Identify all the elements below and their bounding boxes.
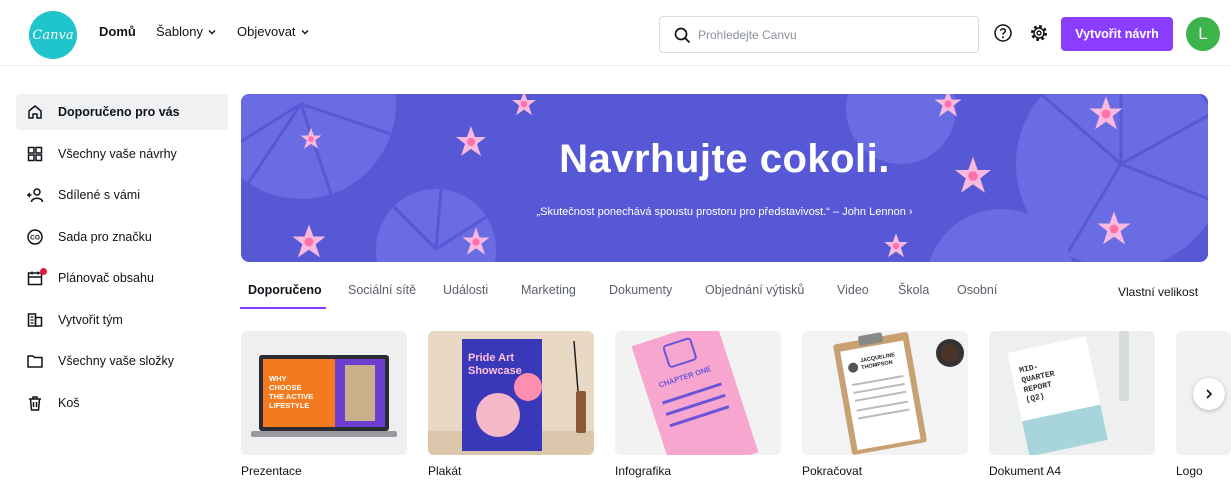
sidebar-item-trash[interactable]: Koš [16, 385, 228, 421]
create-design-button[interactable]: Vytvořit návrh [1061, 17, 1173, 51]
svg-text:CHOOSE: CHOOSE [269, 383, 302, 392]
sidebar-item-shared[interactable]: Sdílené s vámi [16, 177, 228, 213]
sidebar-item-label: Všechny vaše složky [58, 354, 175, 368]
card-label: Prezentace [241, 464, 302, 478]
svg-text:Showcase: Showcase [468, 365, 522, 377]
avatar[interactable]: L [1186, 17, 1220, 51]
hero-banner[interactable]: Navrhujte cokoli. „Skutečnost ponechává … [241, 94, 1208, 262]
home-icon [28, 105, 42, 119]
nav-discover[interactable]: Objevovat [237, 24, 310, 39]
sidebar-item-label: Sada pro značku [58, 229, 152, 244]
design-type-card[interactable]: JACQUELINE THOMPSON Pokračovat [802, 331, 968, 478]
nav-home-label: Domů [99, 24, 136, 39]
tab-events[interactable]: Události [443, 283, 488, 297]
sidebar-item-label: Sdílené s vámi [58, 188, 140, 202]
card-label: Infografika [615, 464, 672, 478]
svg-text:THE ACTIVE: THE ACTIVE [269, 392, 313, 401]
sidebar-item-content-planner[interactable]: Plánovač obsahu [16, 260, 228, 296]
sidebar-item-create-team[interactable]: Vytvořit tým [16, 302, 228, 338]
tab-video[interactable]: Video [837, 283, 869, 297]
card-label: Dokument A4 [989, 464, 1062, 478]
nav-discover-label: Objevovat [237, 24, 296, 39]
tab-marketing[interactable]: Marketing [521, 283, 576, 297]
design-type-card[interactable]: CHAPTER ONE Infografika [615, 331, 781, 478]
tab-print[interactable]: Objednání výtisků [705, 283, 804, 297]
nav-templates[interactable]: Šablony [156, 24, 217, 39]
card-label: Pokračovat [802, 464, 863, 478]
chevron-right-icon [1206, 389, 1213, 399]
svg-text:Pride Art: Pride Art [468, 352, 514, 364]
sidebar-item-all-designs[interactable]: Všechny vaše návrhy [16, 136, 228, 172]
design-type-card[interactable]: WHY CHOOSE THE ACTIVE LIFESTYLE Prezenta… [241, 331, 407, 478]
active-tab-indicator [240, 307, 326, 309]
svg-text:WHY: WHY [269, 374, 287, 383]
trash-icon [29, 395, 41, 411]
sidebar-item-label: Všechny vaše návrhy [58, 146, 177, 161]
design-type-card[interactable]: Pride Art Showcase Plakát [428, 331, 594, 478]
sidebar-item-label: Plánovač obsahu [58, 271, 154, 285]
banner-title: Navrhujte cokoli. [559, 137, 890, 181]
grid-icon [27, 146, 43, 161]
canva-logo[interactable]: Canva [29, 11, 77, 59]
sidebar-item-recommended[interactable]: Doporučeno pro vás [16, 94, 228, 130]
resume-thumbnail: JACQUELINE THOMPSON [802, 331, 968, 455]
shared-users-icon [27, 188, 44, 203]
infographic-thumbnail: CHAPTER ONE [615, 331, 781, 455]
presentation-thumbnail: WHY CHOOSE THE ACTIVE LIFESTYLE [241, 331, 407, 455]
sidebar-item-brand-kit[interactable]: CO Sada pro značku [16, 219, 228, 255]
tab-personal[interactable]: Osobní [957, 283, 997, 297]
folder-icon [27, 355, 43, 368]
search-box[interactable] [659, 16, 979, 53]
card-label: Logo [1176, 464, 1203, 478]
chevron-down-icon [301, 29, 309, 34]
carousel-next-button[interactable] [1193, 378, 1225, 410]
svg-text:CO: CO [30, 234, 40, 241]
settings-icon[interactable] [1029, 23, 1049, 43]
sidebar-item-label: Koš [58, 395, 80, 410]
notification-dot [40, 268, 47, 275]
tab-documents[interactable]: Dokumenty [609, 283, 672, 297]
tab-recommended[interactable]: Doporučeno [248, 283, 322, 297]
team-icon [27, 312, 43, 327]
top-header: Canva Domů Šablony Objevovat Vytvořit ná… [0, 0, 1231, 66]
svg-text:LIFESTYLE: LIFESTYLE [269, 401, 309, 410]
sidebar: Doporučeno pro vás Všechny vaše návrhy S… [16, 94, 228, 426]
sidebar-item-label: Vytvořit tým [58, 312, 123, 327]
sidebar-item-folders[interactable]: Všechny vaše složky [16, 343, 228, 379]
design-type-card[interactable]: MID- QUARTER REPORT (Q2) Dokument A4 [989, 331, 1155, 478]
tab-social-media[interactable]: Sociální sítě [348, 283, 416, 297]
custom-size-link[interactable]: Vlastní velikost [1118, 285, 1198, 299]
search-icon [674, 27, 691, 44]
help-icon[interactable] [993, 23, 1013, 43]
sidebar-item-label: Doporučeno pro vás [58, 105, 180, 119]
card-label: Plakát [428, 464, 462, 478]
tab-school[interactable]: Škola [898, 283, 929, 297]
brand-kit-icon: CO [27, 228, 43, 245]
search-input[interactable] [698, 25, 958, 45]
poster-thumbnail: Pride Art Showcase [428, 331, 594, 455]
nav-templates-label: Šablony [156, 24, 203, 39]
chevron-down-icon [208, 29, 216, 34]
banner-quote-link[interactable]: „Skutečnost ponechává spoustu prostoru p… [241, 206, 1208, 218]
nav-home[interactable]: Domů [99, 24, 136, 39]
a4-document-thumbnail: MID- QUARTER REPORT (Q2) [989, 331, 1155, 455]
